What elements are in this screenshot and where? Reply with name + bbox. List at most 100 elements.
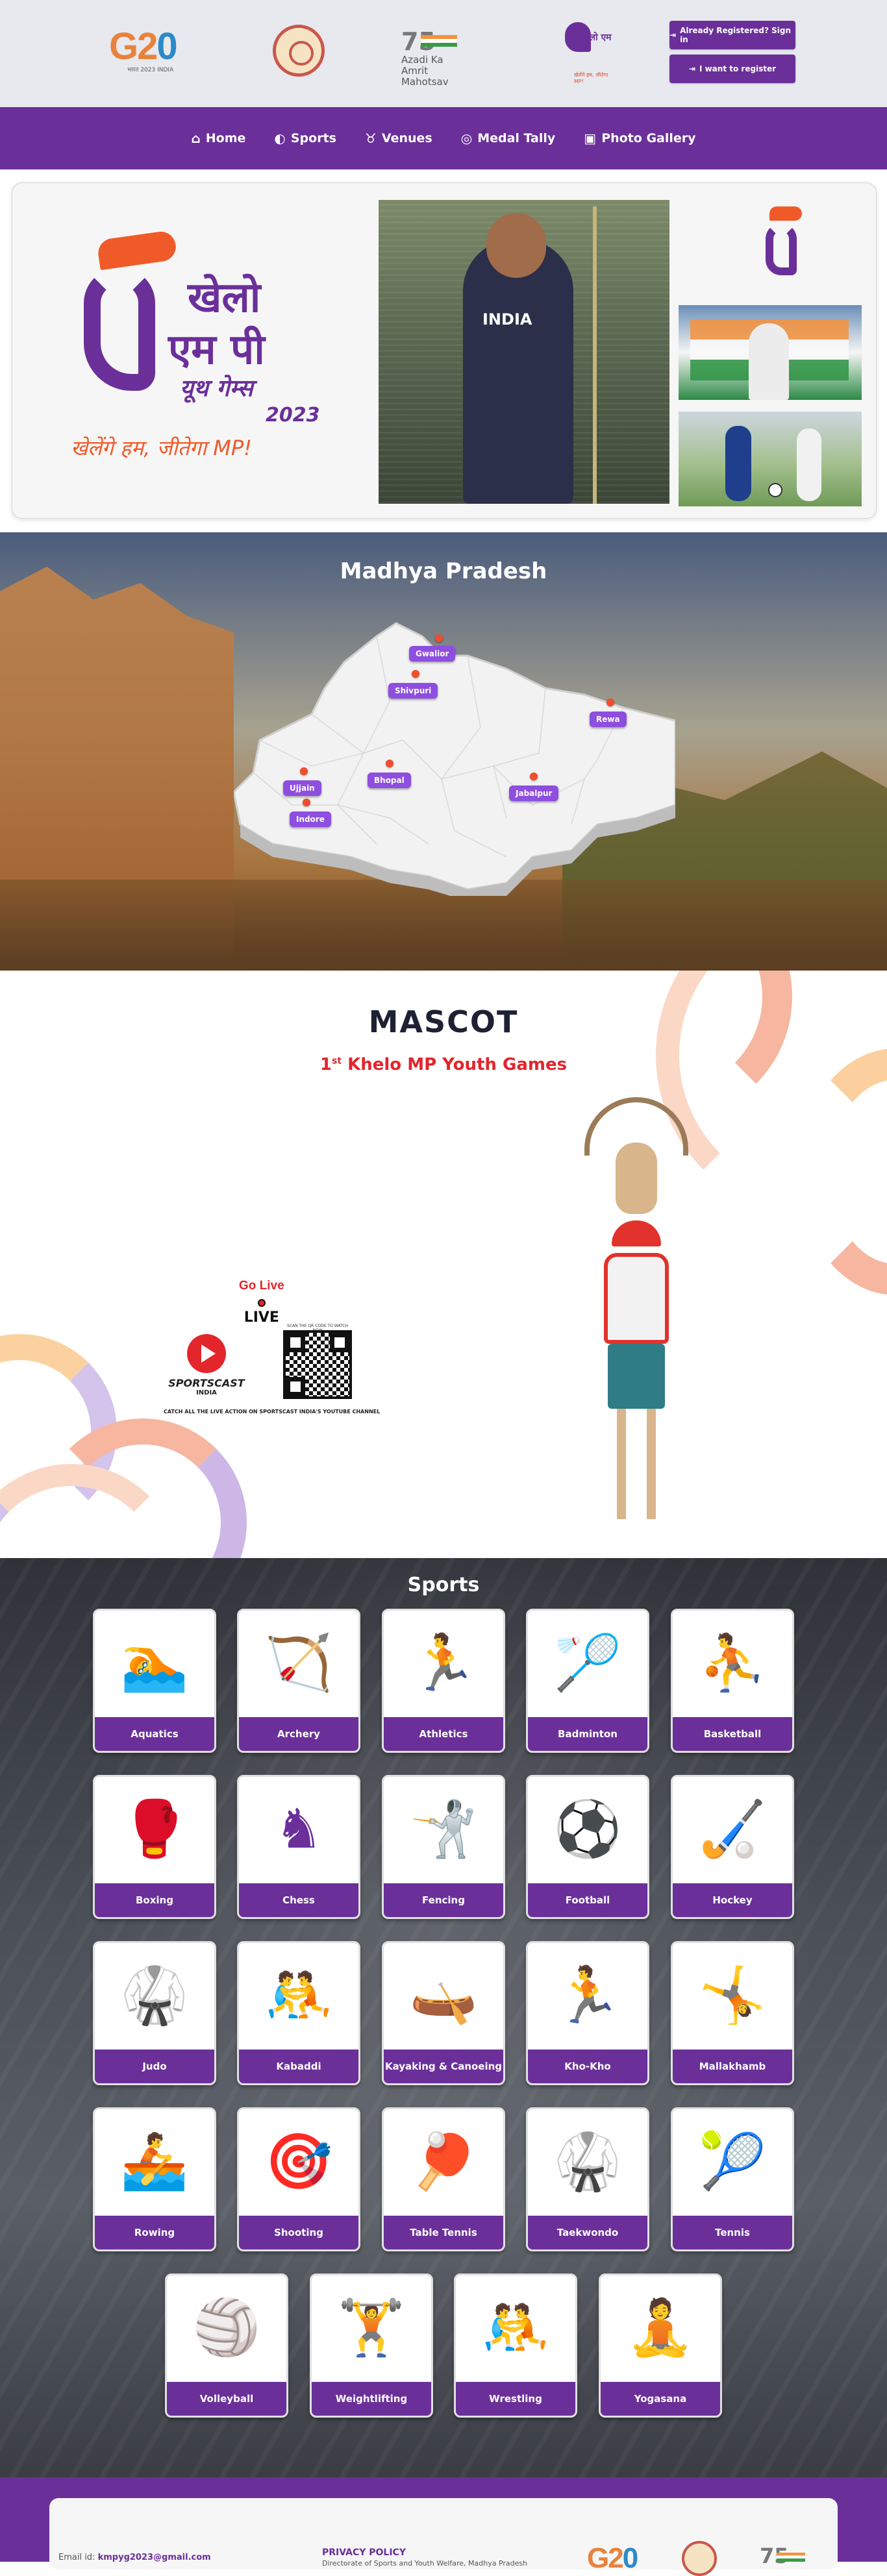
city-label-shivpuri[interactable]: Shivpuri [388, 683, 438, 699]
sport-card-mallakhamb[interactable]: 🤸 Mallakhamb [671, 1941, 794, 2085]
go-live-badge[interactable]: Go Live LIVE [239, 1279, 284, 1326]
sport-card-label: Hockey [673, 1883, 792, 1917]
mini-runner-icon [766, 223, 797, 275]
hero-photo-athlete-with-flag [679, 305, 862, 400]
fencing-icon: 🤺 [409, 1797, 478, 1861]
city-label-jabalpur[interactable]: Jabalpur [509, 786, 559, 801]
sport-card-chess[interactable]: ♞ Chess [237, 1775, 360, 1919]
sport-card-fencing[interactable]: 🤺 Fencing [382, 1775, 505, 1919]
nav-sports[interactable]: ◐ Sports [274, 130, 336, 146]
sport-card-taekwondo[interactable]: 🥋 Taekwondo [526, 2107, 649, 2251]
sport-card-volleyball[interactable]: 🏐 Volleyball [165, 2273, 288, 2418]
sport-card-label: Taekwondo [528, 2216, 647, 2249]
footer-card: Email id: kmpyg2023@gmail.com PRIVACY PO… [49, 2498, 838, 2576]
rewa-pin-icon[interactable] [606, 699, 614, 706]
gwalior-pin-icon[interactable] [435, 634, 443, 642]
city-label-rewa[interactable]: Rewa [590, 712, 627, 727]
sport-card-football[interactable]: ⚽ Football [526, 1775, 649, 1919]
live-text: LIVE [244, 1309, 279, 1326]
privacy-policy-link[interactable]: PRIVACY POLICY [322, 2547, 406, 2558]
sport-card-shooting[interactable]: 🎯 Shooting [237, 2107, 360, 2251]
nav-home[interactable]: ⌂ Home [191, 130, 245, 146]
sport-card-label: Kayaking & Canoeing [384, 2050, 503, 2083]
sport-card-wrestling[interactable]: 🤼 Wrestling [454, 2273, 577, 2418]
runner-figure-icon [84, 267, 155, 391]
sport-card-rowing[interactable]: 🚣 Rowing [93, 2107, 216, 2251]
sport-card-boxing[interactable]: 🥊 Boxing [93, 1775, 216, 1919]
indore-pin-icon[interactable] [303, 799, 310, 806]
football-icon [768, 483, 782, 497]
youtube-qr-code[interactable] [283, 1330, 352, 1399]
nav-medal-tally[interactable]: ◎ Medal Tally [461, 130, 556, 146]
azadi-ka-amrit-mahotsav-logo[interactable]: 75 Azadi Ka Amrit Mahotsav [401, 22, 474, 88]
mascot-cap [612, 1220, 661, 1246]
register-button[interactable]: ⇥ I want to register [669, 55, 795, 83]
logo-tagline: खेलेंगे हम, जीतेगा MP! [71, 436, 253, 460]
aquatics-icon: 🏊 [120, 1631, 189, 1694]
torch-flame-icon [96, 229, 178, 271]
khelo-mp-logo-small[interactable]: खेलो एम पी खेलेंगे हम, जीतेगा MP! [560, 22, 613, 84]
sport-card-judo[interactable]: 🥋 Judo [93, 1941, 216, 2085]
sport-card-archery[interactable]: 🏹 Archery [237, 1609, 360, 1753]
badminton-icon: 🏸 [553, 1631, 622, 1694]
register-label: I want to register [699, 64, 777, 73]
bhopal-pin-icon[interactable] [386, 760, 394, 767]
sport-card-label: Table Tennis [384, 2216, 503, 2249]
header-bar: G20 भारत 2023 INDIA 75 Azadi Ka Amrit Ma… [0, 0, 887, 107]
g20-logo[interactable]: G20 भारत 2023 INDIA [109, 22, 201, 82]
wrestling-icon: 🤼 [481, 2296, 550, 2359]
sport-card-athletics[interactable]: 🏃 Athletics [382, 1609, 505, 1753]
sport-card-aquatics[interactable]: 🏊 Aquatics [93, 1609, 216, 1753]
jabalpur-pin-icon[interactable] [530, 773, 538, 780]
nav-venues[interactable]: ♉ Venues [365, 130, 432, 146]
sport-card-label: Boxing [95, 1883, 214, 1917]
city-label-ujjain[interactable]: Ujjain [283, 780, 321, 796]
sport-card-tennis[interactable]: 🎾 Tennis [671, 2107, 794, 2251]
shivpuri-pin-icon[interactable] [412, 670, 419, 678]
sport-card-badminton[interactable]: 🏸 Badminton [526, 1609, 649, 1753]
mp-emblem-logo[interactable] [271, 22, 327, 82]
live-dot-icon [257, 1299, 266, 1307]
sport-card-label: Weightlifting [312, 2382, 431, 2416]
city-label-gwalior[interactable]: Gwalior [409, 646, 456, 662]
sport-card-label: Football [528, 1883, 647, 1917]
sport-card-label: Shooting [239, 2216, 358, 2249]
ujjain-pin-icon[interactable] [300, 767, 308, 775]
hockey-icon: 🏑 [698, 1797, 767, 1861]
sportscast-name: SPORTSCAST [168, 1377, 245, 1389]
email-link[interactable]: kmpyg2023@gmail.com [98, 2553, 211, 2562]
signin-icon: ⇥ [669, 31, 677, 40]
sport-card-kayaking-canoeing[interactable]: 🛶 Kayaking & Canoeing [382, 1941, 505, 2085]
logo-line-khelo: खेलो [188, 274, 261, 322]
sport-card-kabaddi[interactable]: 🤼 Kabaddi [237, 1941, 360, 2085]
mascot-subtitle-num: 1 [319, 1055, 332, 1074]
nav-photo-gallery[interactable]: ▣ Photo Gallery [584, 130, 695, 146]
footer-g20-logo[interactable]: G20 [587, 2542, 638, 2575]
kho-kho-icon: 🏃 [553, 1963, 622, 2027]
sport-card-basketball[interactable]: ⛹ Basketball [671, 1609, 794, 1753]
sport-card-label: Fencing [384, 1883, 503, 1917]
weightlifting-icon: 🏋 [337, 2296, 406, 2359]
city-label-indore[interactable]: Indore [290, 811, 331, 827]
sports-section: Sports 🏊 Aquatics 🏹 Archery 🏃 Athletics 🏸 Ba… [0, 1558, 887, 2477]
mascot-leg [647, 1409, 656, 1519]
athlete-jersey-text: INDIA [482, 310, 532, 328]
sportscast-country: INDIA [196, 1389, 217, 1396]
sportscast-logo[interactable]: SPORTSCAST INDIA [168, 1334, 245, 1399]
sport-card-hockey[interactable]: 🏑 Hockey [671, 1775, 794, 1919]
city-label-bhopal[interactable]: Bhopal [368, 773, 411, 788]
khelo-mp-youth-games-logo: खेलो एम पी यूथ गेम्स 2023 खेलेंगे हम, जी… [71, 209, 350, 488]
footer-emblem-logo[interactable] [682, 2541, 717, 2576]
sport-card-kho-kho[interactable]: 🏃 Kho-Kho [526, 1941, 649, 2085]
javelin [593, 206, 597, 504]
flag-icon [777, 2553, 805, 2562]
shooting-icon: 🎯 [264, 2129, 333, 2193]
sport-card-table-tennis[interactable]: 🏓 Table Tennis [382, 2107, 505, 2251]
footer-azadi-logo[interactable]: 75 [760, 2544, 805, 2568]
g20-wordmark: G20 [109, 25, 178, 68]
signin-button[interactable]: ⇥ Already Registered? Sign in [669, 21, 795, 49]
athletics-icon: 🏃 [409, 1631, 478, 1694]
sport-card-weightlifting[interactable]: 🏋 Weightlifting [310, 2273, 433, 2418]
sport-card-label: Chess [239, 1883, 358, 1917]
sport-card-yogasana[interactable]: 🧘 Yogasana [599, 2273, 722, 2418]
